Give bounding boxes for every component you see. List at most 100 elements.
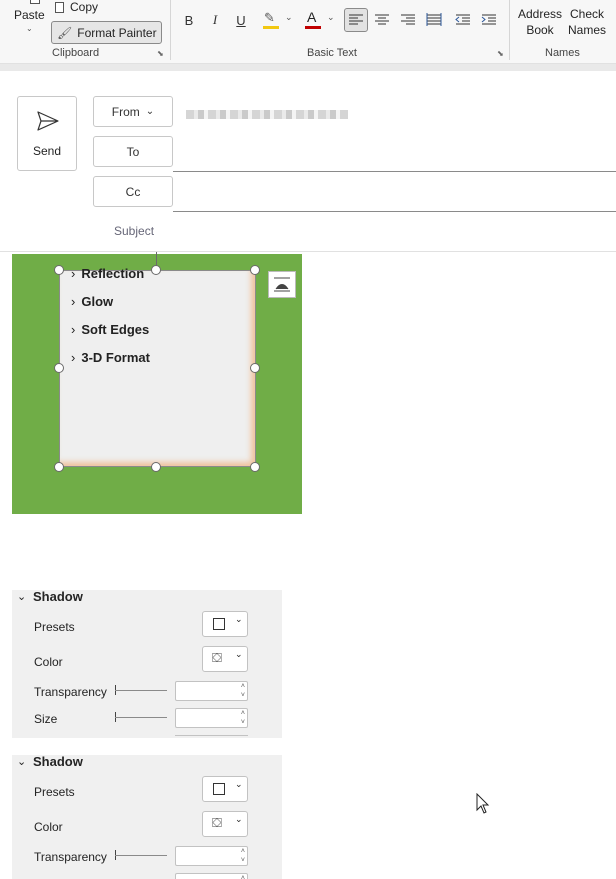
chevron-down-icon: ⌄ xyxy=(327,12,335,22)
decrease-indent-button[interactable] xyxy=(452,9,474,31)
align-left-icon xyxy=(349,14,363,25)
clipboard-group-label: Clipboard xyxy=(52,47,100,59)
resize-handle[interactable] xyxy=(151,462,161,472)
menu-item-glow[interactable]: › Glow xyxy=(71,294,113,309)
increase-indent-button[interactable] xyxy=(478,9,500,31)
align-center-icon xyxy=(375,14,389,25)
send-label: Send xyxy=(32,144,62,158)
layout-options-button[interactable] xyxy=(268,271,296,298)
chevron-down-icon: ⌄ xyxy=(285,12,293,22)
font-color-button[interactable]: A ⌄ xyxy=(303,9,337,31)
transparency-input[interactable]: ˄ ˅ xyxy=(175,681,248,701)
align-left-button[interactable] xyxy=(344,8,368,32)
chevron-right-icon: › xyxy=(71,294,76,309)
highlight-color-bar xyxy=(263,26,279,29)
menu-item-3d-format[interactable]: › 3-D Format xyxy=(71,350,150,365)
copy-label: Copy xyxy=(70,0,99,14)
resize-handle[interactable] xyxy=(250,363,260,373)
to-label: To xyxy=(126,144,140,159)
spin-arrows-icon[interactable]: ˄ ˅ xyxy=(241,847,245,865)
from-address-value xyxy=(186,110,348,119)
mouse-cursor-icon xyxy=(476,793,490,814)
presets-dropdown[interactable]: ⌄ xyxy=(202,611,248,637)
transparency-slider[interactable] xyxy=(115,690,167,691)
transparency-label: Transparency xyxy=(34,685,107,699)
check-names-label-line2: Names xyxy=(567,23,606,37)
chevron-down-icon[interactable]: ⌄ xyxy=(17,755,26,768)
italic-button[interactable]: I xyxy=(204,9,226,31)
divider xyxy=(509,0,510,60)
menu-item-label: Reflection xyxy=(81,266,145,281)
paste-label: Paste xyxy=(14,8,45,22)
chevron-down-icon: ⌄ xyxy=(235,779,243,789)
color-dropdown[interactable]: ⛋ ⌄ xyxy=(202,811,248,837)
size-label: Size xyxy=(34,712,58,726)
to-button[interactable]: To xyxy=(93,136,173,167)
copy-icon xyxy=(55,1,64,13)
chevron-right-icon: › xyxy=(71,266,76,281)
from-label: From xyxy=(111,104,140,119)
send-icon xyxy=(37,111,59,131)
chevron-down-icon[interactable]: ⌄ xyxy=(17,590,26,603)
dialog-launcher-icon[interactable]: ⬊ xyxy=(157,49,164,58)
justify-icon xyxy=(426,13,442,26)
size-input[interactable]: ˄ xyxy=(175,873,248,879)
cc-button[interactable]: Cc xyxy=(93,176,173,207)
decrease-indent-icon xyxy=(455,14,470,25)
resize-handle[interactable] xyxy=(250,265,260,275)
spin-arrows-icon[interactable]: ˄ xyxy=(241,874,245,879)
to-input[interactable] xyxy=(173,171,616,172)
presets-label: Presets xyxy=(34,620,75,634)
chevron-down-icon: ⌄ xyxy=(235,614,243,624)
menu-item-reflection[interactable]: › Reflection xyxy=(71,266,144,281)
increase-indent-icon xyxy=(481,14,496,25)
presets-label: Presets xyxy=(34,785,75,799)
paintbrush-icon: 🖌 xyxy=(57,25,73,40)
menu-item-label: Soft Edges xyxy=(81,322,150,337)
transparency-slider[interactable] xyxy=(115,855,167,856)
underline-button[interactable]: U xyxy=(230,9,252,31)
size-input[interactable]: ˄ ˅ xyxy=(175,708,248,728)
resize-handle[interactable] xyxy=(151,265,161,275)
transparency-label: Transparency xyxy=(34,850,107,864)
address-book-button[interactable]: Address Book xyxy=(516,6,564,38)
color-dropdown[interactable]: ⛋ ⌄ xyxy=(202,646,248,672)
menu-item-soft-edges[interactable]: › Soft Edges xyxy=(71,322,149,337)
address-book-label-line2: Book xyxy=(526,23,554,37)
color-label: Color xyxy=(34,820,63,834)
bold-button[interactable]: B xyxy=(178,9,200,31)
resize-handle[interactable] xyxy=(54,265,64,275)
spin-arrows-icon[interactable]: ˄ ˅ xyxy=(241,682,245,700)
send-button[interactable]: Send xyxy=(17,96,77,171)
align-center-button[interactable] xyxy=(371,9,393,31)
menu-item-label: Glow xyxy=(81,294,114,309)
panel-title: Shadow xyxy=(33,589,83,604)
resize-handle[interactable] xyxy=(54,363,64,373)
ribbon: Paste ⌄ Copy 🖌 Format Painter Clipboard … xyxy=(0,0,616,64)
resize-handle[interactable] xyxy=(54,462,64,472)
justify-button[interactable] xyxy=(423,9,445,31)
cc-input[interactable] xyxy=(173,211,616,212)
format-painter-button[interactable]: 🖌 Format Painter xyxy=(51,21,162,44)
highlight-color-button[interactable]: ✎ ⌄ xyxy=(261,9,295,31)
transparency-input[interactable]: ˄ ˅ xyxy=(175,846,248,866)
color-label: Color xyxy=(34,655,63,669)
spin-arrows-icon[interactable]: ˄ ˅ xyxy=(241,709,245,727)
paste-button[interactable]: Paste ⌄ xyxy=(8,0,48,40)
cc-label: Cc xyxy=(125,184,141,199)
chevron-down-icon: ⌄ xyxy=(235,814,243,824)
from-button[interactable]: From ⌄ xyxy=(93,96,173,127)
next-input-edge xyxy=(175,735,248,738)
check-names-button[interactable]: Check Names xyxy=(566,6,608,38)
panel-title: Shadow xyxy=(33,754,83,769)
copy-button[interactable]: Copy xyxy=(55,0,98,14)
dialog-launcher-icon[interactable]: ⬊ xyxy=(497,49,504,58)
resize-handle[interactable] xyxy=(250,462,260,472)
paint-bucket-icon: ⛋ xyxy=(212,815,222,830)
paste-icon xyxy=(30,0,40,4)
size-slider[interactable] xyxy=(115,717,167,718)
subject-label: Subject xyxy=(114,224,155,238)
presets-dropdown[interactable]: ⌄ xyxy=(202,776,248,802)
align-right-button[interactable] xyxy=(397,9,419,31)
chevron-down-icon: ⌄ xyxy=(235,649,243,659)
